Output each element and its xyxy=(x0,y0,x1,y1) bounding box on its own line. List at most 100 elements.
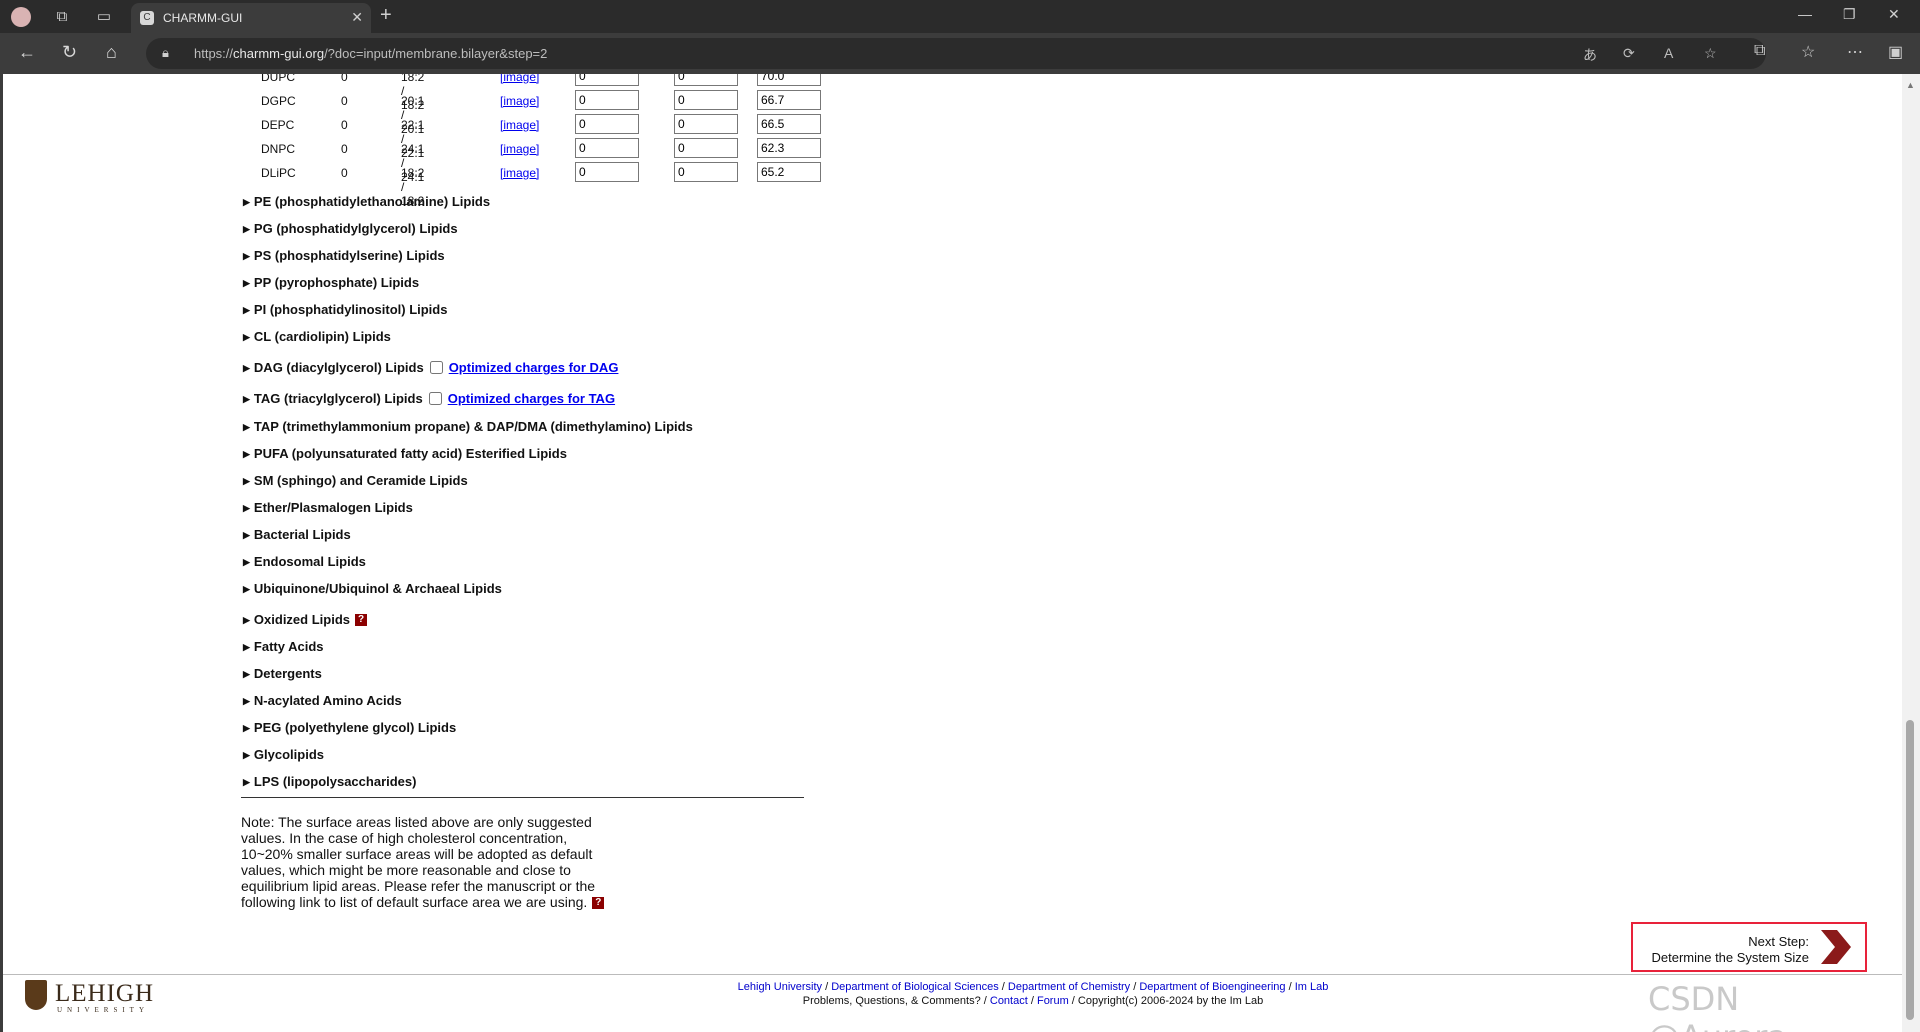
surface-area-input[interactable] xyxy=(757,74,821,86)
group-oxidized[interactable]: ▶ Oxidized Lipids? xyxy=(243,612,367,627)
footer-links: Lehigh University / Department of Biolog… xyxy=(603,980,1463,1008)
tag-optimized-checkbox[interactable] xyxy=(428,392,442,405)
more-menu-icon[interactable]: ⋯ xyxy=(1847,42,1863,62)
favorite-star-icon[interactable]: ☆ xyxy=(1704,45,1717,62)
group-nacyl[interactable]: ▶ N-acylated Amino Acids xyxy=(243,693,402,708)
group-lps[interactable]: ▶ LPS (lipopolysaccharides) xyxy=(243,774,416,789)
link-biological-sciences[interactable]: Department of Biological Sciences xyxy=(831,981,999,993)
link-lehigh-university[interactable]: Lehigh University xyxy=(738,981,822,993)
group-endosomal[interactable]: ▶ Endosomal Lipids xyxy=(243,554,366,569)
group-detergents[interactable]: ▶ Detergents xyxy=(243,666,322,681)
page-scrollbar[interactable]: ▲ xyxy=(1902,74,1920,1032)
group-dag[interactable]: ▶ DAG (diacylglycerol) Lipids Optimized ch… xyxy=(243,360,618,375)
lock-icon[interactable]: 🔒︎ xyxy=(162,45,169,61)
expand-triangle-icon: ▶ xyxy=(243,251,250,261)
group-fatty[interactable]: ▶ Fatty Acids xyxy=(243,639,324,654)
group-pg[interactable]: ▶ PG (phosphatidylglycerol) Lipids xyxy=(243,221,458,236)
group-ether[interactable]: ▶ Ether/Plasmalogen Lipids xyxy=(243,500,413,515)
url-path: /?doc=input/membrane.bilayer&step=2 xyxy=(324,46,548,61)
group-tag[interactable]: ▶ TAG (triacylglycerol) Lipids Optimized c… xyxy=(243,391,615,406)
surface-area-note: Note: The surface areas listed above are… xyxy=(241,814,621,910)
expand-triangle-icon: ▶ xyxy=(243,422,250,432)
lipid-image-link[interactable]: [image] xyxy=(500,166,539,180)
group-pp[interactable]: ▶ PP (pyrophosphate) Lipids xyxy=(243,275,419,290)
help-icon[interactable]: ? xyxy=(592,897,605,909)
upper-leaflet-ratio-input[interactable] xyxy=(575,90,639,110)
workspaces-icon[interactable]: ⧉ xyxy=(50,5,74,29)
group-bacterial[interactable]: ▶ Bacterial Lipids xyxy=(243,527,351,542)
surface-area-input[interactable] xyxy=(757,90,821,110)
group-cl[interactable]: ▶ CL (cardiolipin) Lipids xyxy=(243,329,391,344)
minimize-icon[interactable]: — xyxy=(1798,6,1812,22)
read-aloud-icon[interactable]: A xyxy=(1664,45,1673,61)
expand-triangle-icon: ▶ xyxy=(243,363,250,373)
lower-leaflet-ratio-input[interactable] xyxy=(674,74,738,86)
address-bar[interactable]: 🔒︎ https://charmm-gui.org/?doc=input/mem… xyxy=(146,38,1766,69)
lower-leaflet-ratio-input[interactable] xyxy=(674,90,738,110)
back-icon[interactable]: ← xyxy=(18,42,36,63)
group-glyco[interactable]: ▶ Glycolipids xyxy=(243,747,324,762)
scrollbar-thumb[interactable] xyxy=(1906,720,1914,1020)
link-forum[interactable]: Forum xyxy=(1037,995,1069,1007)
lipid-image-link[interactable]: [image] xyxy=(500,94,539,108)
extensions-icon[interactable]: ⧉ xyxy=(1754,42,1765,60)
group-label: Bacterial Lipids xyxy=(253,527,351,542)
link-contact[interactable]: Contact xyxy=(990,995,1028,1007)
lipid-image-link[interactable]: [image] xyxy=(500,74,539,84)
home-icon[interactable]: ⌂ xyxy=(106,42,117,63)
tab-close-icon[interactable]: ✕ xyxy=(351,9,363,26)
sidebar-icon[interactable]: ▣ xyxy=(1888,42,1903,62)
lower-leaflet-ratio-input[interactable] xyxy=(674,138,738,158)
site-favicon-icon: C xyxy=(140,11,154,25)
tag-optimized-link[interactable]: Optimized charges for TAG xyxy=(448,391,615,406)
refresh-page-icon[interactable]: ⟳ xyxy=(1623,45,1635,62)
tab-charmm-gui[interactable]: C CHARMM-GUI ✕ xyxy=(131,3,371,33)
footer-prompt: Problems, Questions, & Comments? xyxy=(802,995,981,1007)
group-label: PP (pyrophosphate) Lipids xyxy=(253,275,420,290)
upper-leaflet-ratio-input[interactable] xyxy=(575,114,639,134)
group-label: PUFA (polyunsaturated fatty acid) Esteri… xyxy=(253,446,567,461)
upper-leaflet-ratio-input[interactable] xyxy=(575,138,639,158)
translate-icon[interactable]: あ xyxy=(1583,45,1597,65)
tab-actions-icon[interactable]: ▭ xyxy=(92,5,116,29)
footer-link-line: Lehigh University / Department of Biolog… xyxy=(737,981,1329,993)
expand-triangle-icon: ▶ xyxy=(243,557,250,567)
reload-icon[interactable]: ↻ xyxy=(62,42,77,63)
group-label: TAG (triacylglycerol) Lipids xyxy=(253,391,423,406)
dag-optimized-link[interactable]: Optimized charges for DAG xyxy=(449,360,619,375)
group-sm[interactable]: ▶ SM (sphingo) and Ceramide Lipids xyxy=(243,473,468,488)
upper-leaflet-ratio-input[interactable] xyxy=(575,74,639,86)
group-pe[interactable]: ▶ PE (phosphatidylethanolamine) Lipids xyxy=(243,194,490,209)
favorites-icon[interactable]: ☆ xyxy=(1801,42,1815,62)
window-close-icon[interactable]: ✕ xyxy=(1888,6,1900,23)
upper-leaflet-ratio-input[interactable] xyxy=(575,162,639,182)
next-step-description: Determine the System Size xyxy=(1651,950,1809,965)
group-pufa[interactable]: ▶ PUFA (polyunsaturated fatty acid) Ester… xyxy=(243,446,567,461)
url-text[interactable]: https://charmm-gui.org/?doc=input/membra… xyxy=(194,46,547,61)
next-step-button[interactable]: Next Step: Determine the System Size xyxy=(1631,922,1867,972)
profile-avatar-icon[interactable] xyxy=(9,5,33,29)
group-peg[interactable]: ▶ PEG (polyethylene glycol) Lipids xyxy=(243,720,456,735)
surface-area-input[interactable] xyxy=(757,114,821,134)
link-im-lab[interactable]: Im Lab xyxy=(1295,981,1329,993)
lower-leaflet-ratio-input[interactable] xyxy=(674,162,738,182)
section-divider xyxy=(241,797,804,798)
lipid-image-link[interactable]: [image] xyxy=(500,118,539,132)
link-chemistry[interactable]: Department of Chemistry xyxy=(1008,981,1130,993)
restore-icon[interactable]: ❐ xyxy=(1843,6,1856,23)
link-bioengineering[interactable]: Department of Bioengineering xyxy=(1139,981,1285,993)
scroll-up-icon[interactable]: ▲ xyxy=(1906,80,1915,90)
lehigh-logo[interactable]: LEHIGH UNIVERSITY xyxy=(25,978,165,1018)
group-tap[interactable]: ▶ TAP (trimethylammonium propane) & DAP/D… xyxy=(243,419,693,434)
new-tab-icon[interactable]: + xyxy=(380,4,392,27)
lipid-image-link[interactable]: [image] xyxy=(500,142,539,156)
lipid-name: DNPC xyxy=(261,142,296,156)
group-pi[interactable]: ▶ PI (phosphatidylinositol) Lipids xyxy=(243,302,447,317)
help-icon[interactable]: ? xyxy=(355,614,367,626)
group-ubiquinone[interactable]: ▶ Ubiquinone/Ubiquinol & Archaeal Lipids xyxy=(243,581,502,596)
group-ps[interactable]: ▶ PS (phosphatidylserine) Lipids xyxy=(243,248,445,263)
lower-leaflet-ratio-input[interactable] xyxy=(674,114,738,134)
dag-optimized-checkbox[interactable] xyxy=(429,361,443,374)
surface-area-input[interactable] xyxy=(757,138,821,158)
surface-area-input[interactable] xyxy=(757,162,821,182)
